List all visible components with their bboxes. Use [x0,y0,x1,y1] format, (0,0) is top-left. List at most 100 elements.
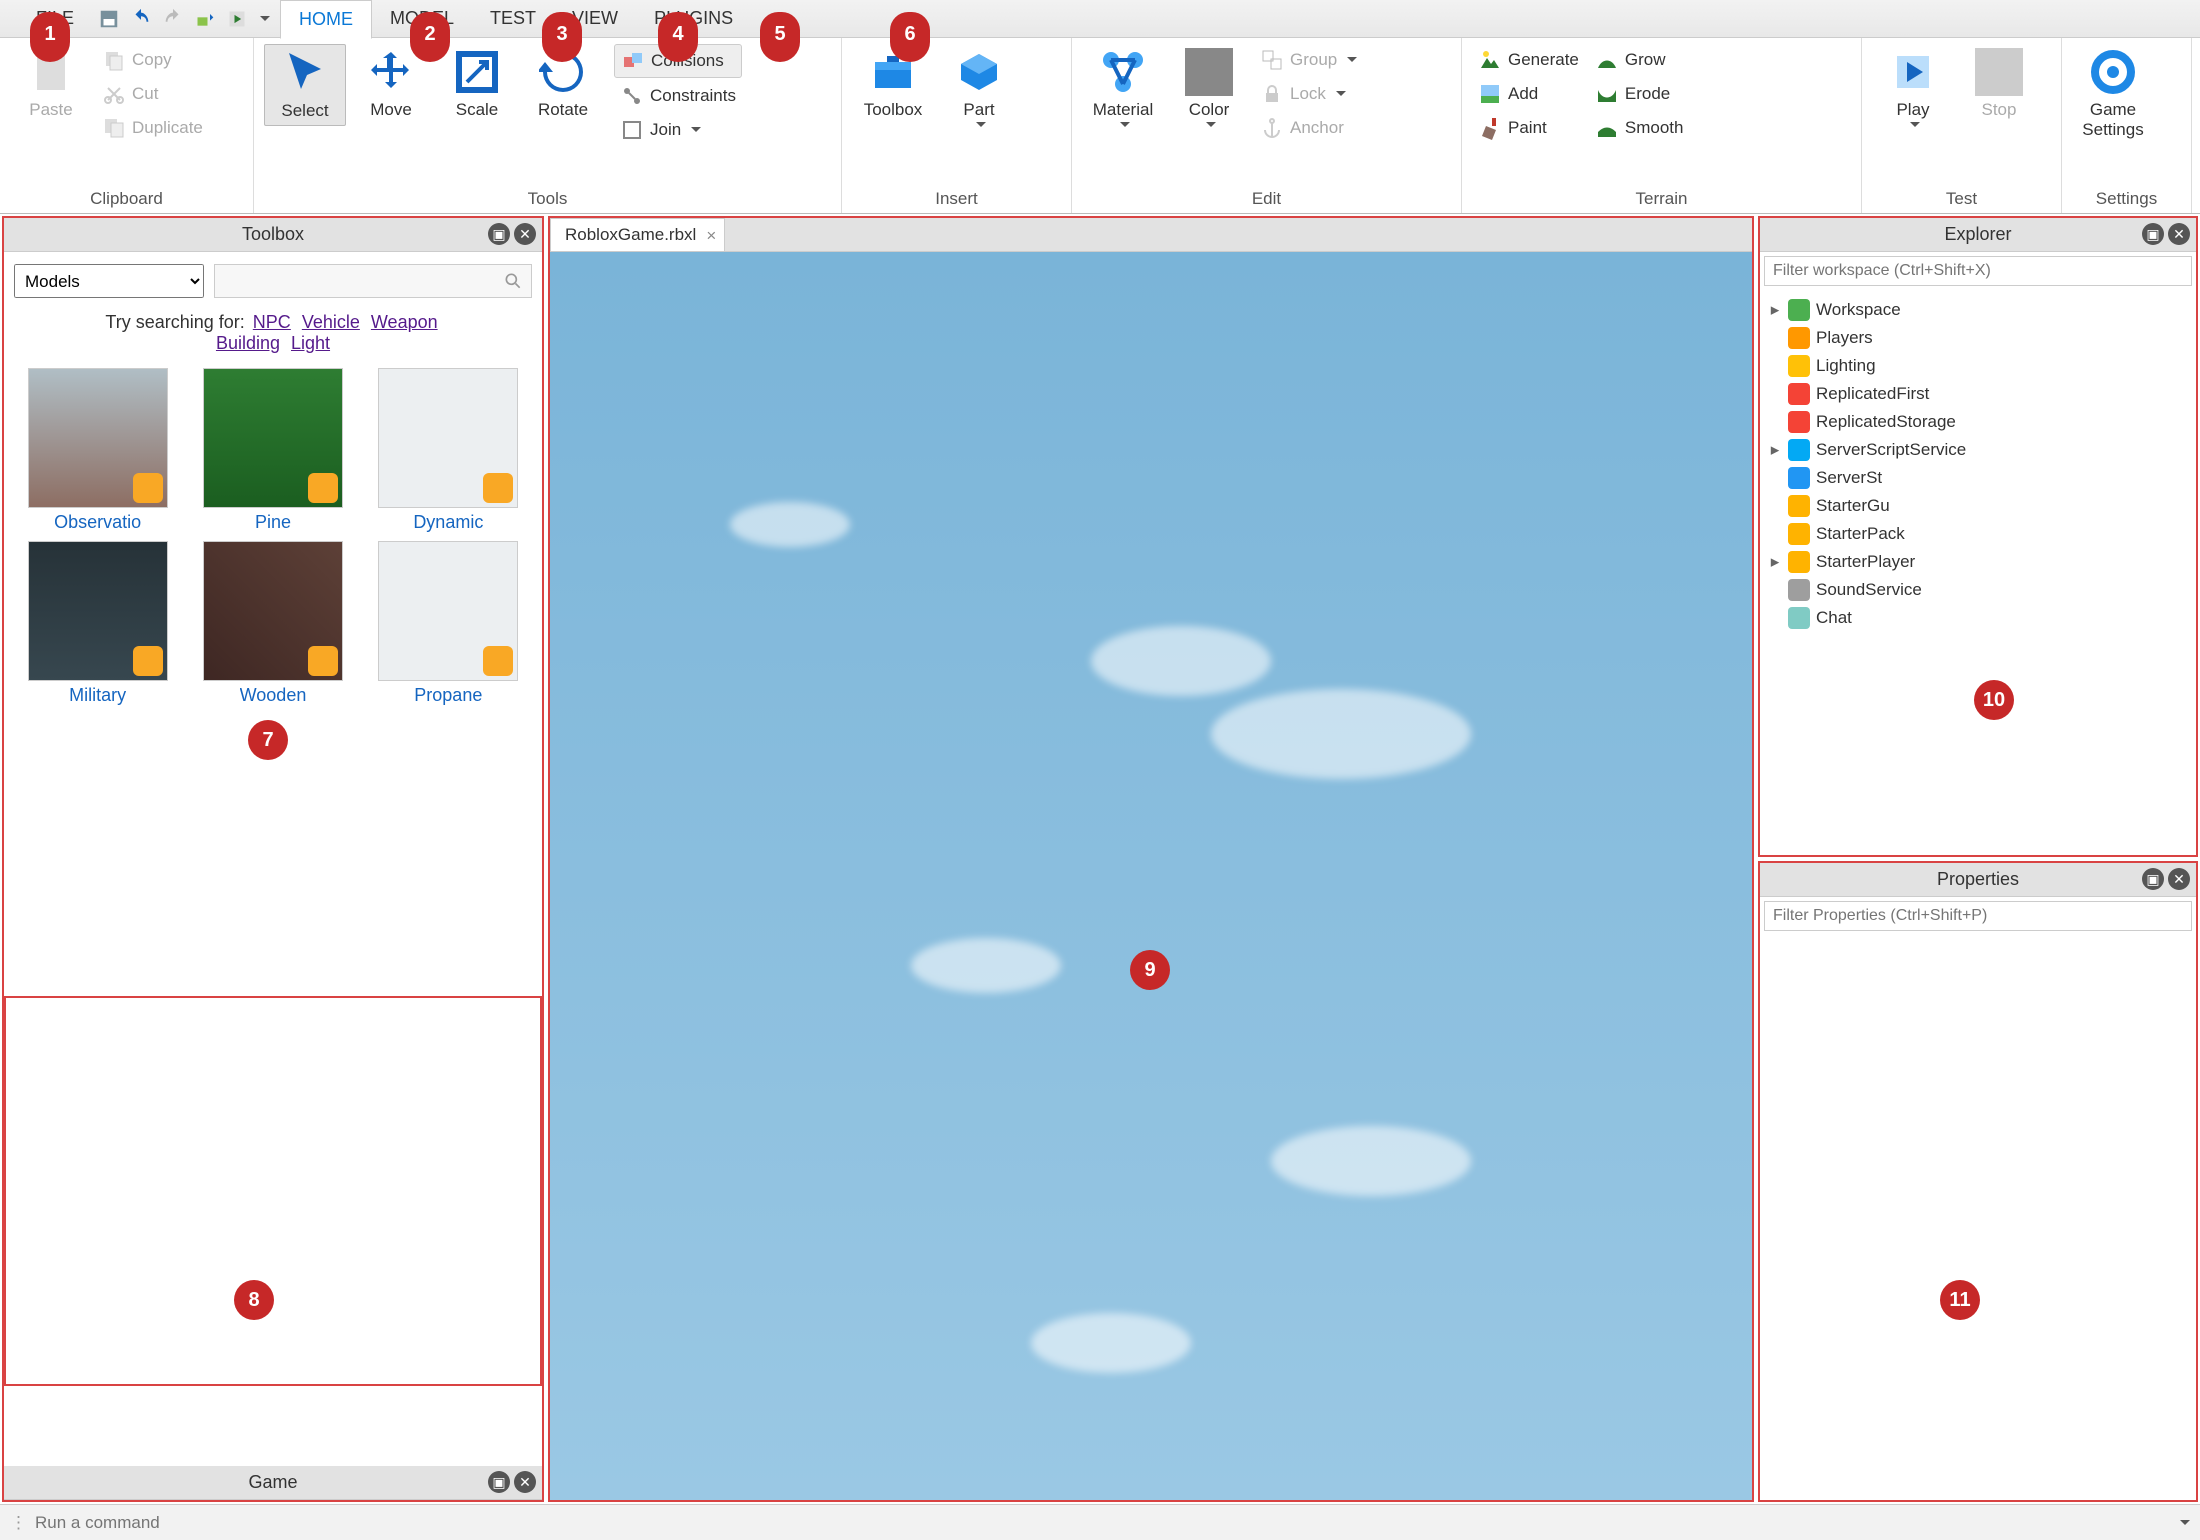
close-icon[interactable]: ✕ [2168,868,2190,890]
scale-tool-button[interactable]: Scale [436,44,518,124]
tree-item[interactable]: ▸Workspace [1764,296,2192,324]
material-caret-icon[interactable] [1120,122,1130,132]
duplicate-button[interactable]: Duplicate [96,112,209,144]
play-button[interactable]: Play [1872,44,1954,134]
toolbox-item-label: Observatio [54,512,141,533]
popout-icon[interactable]: ▣ [2142,223,2164,245]
tree-item[interactable]: ServerSt [1764,464,2192,492]
color-button[interactable]: Color [1168,44,1250,134]
play-label: Play [1896,100,1929,120]
tree-item[interactable]: Chat [1764,604,2192,632]
lock-button[interactable]: Lock [1254,78,1363,110]
quick-access-toolbar [96,6,270,32]
suggest-weapon[interactable]: Weapon [371,312,438,332]
game-settings-button[interactable]: GameSettings [2072,44,2154,144]
play-caret-icon[interactable] [1910,122,1920,132]
properties-title: Properties [1937,869,2019,890]
cursor-icon [281,49,329,97]
tree-item[interactable]: ▸StarterPlayer [1764,548,2192,576]
game-settings-label1: Game [2090,100,2136,120]
group-button[interactable]: Group [1254,44,1363,76]
annotation-badge-10: 10 [1974,680,2014,720]
popout-icon[interactable]: ▣ [488,223,510,245]
tree-expand-icon[interactable]: ▸ [1768,300,1782,320]
tree-expand-icon[interactable]: ▸ [1768,440,1782,460]
tree-item[interactable]: ReplicatedStorage [1764,408,2192,436]
anchor-button[interactable]: Anchor [1254,112,1363,144]
tree-item[interactable]: StarterPack [1764,520,2192,548]
close-icon[interactable]: ✕ [514,223,536,245]
playtest-icon[interactable] [224,6,250,32]
tree-item[interactable]: Lighting [1764,352,2192,380]
properties-filter-input[interactable] [1764,901,2192,931]
terrain-generate-button[interactable]: Generate [1472,44,1585,76]
anchor-icon [1260,116,1284,140]
redo-icon[interactable] [160,6,186,32]
tree-item[interactable]: SoundService [1764,576,2192,604]
cmdbar-grip-icon[interactable]: ⋮ [10,1513,27,1533]
erode-label: Erode [1625,84,1670,104]
close-icon[interactable]: ✕ [2168,223,2190,245]
toolbox-item[interactable]: Pine [189,368,356,533]
popout-icon[interactable]: ▣ [488,1471,510,1493]
toolbox-suggestions: Try searching for: NPC Vehicle Weapon Bu… [4,304,542,362]
document-tabs: RobloxGame.rbxl× [550,218,1752,252]
document-tab[interactable]: RobloxGame.rbxl× [550,218,725,251]
cut-button[interactable]: Cut [96,78,209,110]
color-caret-icon[interactable] [1206,122,1216,132]
close-icon[interactable]: ✕ [514,1471,536,1493]
part-button[interactable]: Part [938,44,1020,134]
tree-expand-icon[interactable]: ▸ [1768,552,1782,572]
generate-label: Generate [1508,50,1579,70]
terrain-paint-button[interactable]: Paint [1472,112,1585,144]
save-icon[interactable] [96,6,122,32]
toolbox-item-label: Wooden [240,685,307,706]
viewport-3d[interactable] [550,252,1752,1500]
material-button[interactable]: Material [1082,44,1164,134]
terrain-grow-button[interactable]: Grow [1589,44,1690,76]
terrain-smooth-button[interactable]: Smooth [1589,112,1690,144]
suggest-building[interactable]: Building [216,333,280,353]
undo-icon[interactable] [128,6,154,32]
color-swatch-icon [1185,48,1233,96]
join-caret-icon[interactable] [691,127,701,137]
part-caret-icon[interactable] [976,122,986,132]
command-bar: ⋮ [0,1504,2200,1540]
toolbox-category-select[interactable]: Models [14,264,204,298]
toolbox-item[interactable]: Observatio [14,368,181,533]
command-input[interactable] [35,1513,2176,1533]
explorer-filter-input[interactable] [1764,256,2192,286]
group-label: Group [1290,50,1337,70]
toolbox-item[interactable]: Propane [365,541,532,706]
toolbox-item[interactable]: Military [14,541,181,706]
export-icon[interactable] [192,6,218,32]
menubar: FILE HOME MODEL TEST VIEW PLUGINS [0,0,2200,38]
constraints-toggle[interactable]: Constraints [614,80,742,112]
model-thumbnail [28,368,168,508]
suggest-vehicle[interactable]: Vehicle [302,312,360,332]
suggest-light[interactable]: Light [291,333,330,353]
tree-item[interactable]: ReplicatedFirst [1764,380,2192,408]
settings-group-title: Settings [2072,185,2181,213]
terrain-erode-button[interactable]: Erode [1589,78,1690,110]
join-toggle[interactable]: Join [614,114,742,146]
toolbox-item[interactable]: Wooden [189,541,356,706]
tree-item[interactable]: Players [1764,324,2192,352]
tab-close-icon[interactable]: × [706,226,716,246]
stop-button[interactable]: Stop [1958,44,2040,124]
cmdbar-caret-icon[interactable] [2180,1520,2190,1530]
popout-icon[interactable]: ▣ [2142,868,2164,890]
copy-button[interactable]: Copy [96,44,209,76]
tree-item[interactable]: StarterGu [1764,492,2192,520]
material-icon [1099,48,1147,96]
tree-item[interactable]: ▸ServerScriptService [1764,436,2192,464]
suggest-npc[interactable]: NPC [253,312,291,332]
menu-home[interactable]: HOME [280,0,372,39]
terrain-add-button[interactable]: Add [1472,78,1585,110]
select-tool-button[interactable]: Select [264,44,346,126]
toolbox-item[interactable]: Dynamic [365,368,532,533]
qat-more-icon[interactable] [260,16,270,26]
toolbox-search-input[interactable] [214,264,532,298]
join-checkbox-icon [620,118,644,142]
copy-label: Copy [132,50,172,70]
